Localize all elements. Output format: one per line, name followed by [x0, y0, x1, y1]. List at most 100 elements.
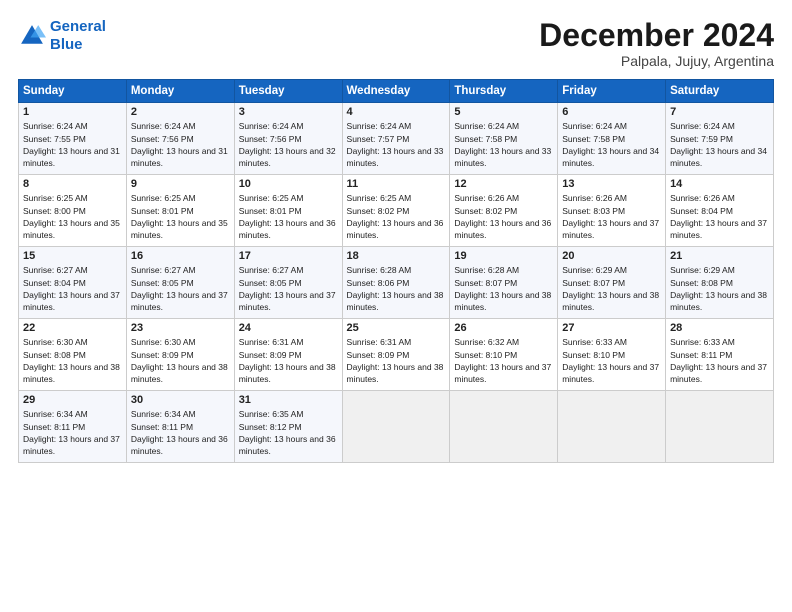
- day-number: 23: [131, 322, 230, 334]
- day-number: 24: [239, 322, 338, 334]
- col-header-tuesday: Tuesday: [234, 80, 342, 103]
- calendar-cell: 19 Sunrise: 6:28 AMSunset: 8:07 PMDayligh…: [450, 247, 558, 319]
- calendar-cell: 8Sunrise: 6:25 AMSunset: 8:00 PMDaylight…: [19, 175, 127, 247]
- day-content: Sunrise: 6:27 AMSunset: 8:05 PMDaylight:…: [131, 264, 230, 313]
- day-content: Sunrise: 6:28 AMSunset: 8:07 PMDaylight:…: [454, 264, 553, 313]
- day-content: Sunrise: 6:33 AMSunset: 8:10 PMDaylight:…: [562, 336, 661, 385]
- col-header-thursday: Thursday: [450, 80, 558, 103]
- col-header-wednesday: Wednesday: [342, 80, 450, 103]
- day-content: Sunrise: 6:30 AMSunset: 8:09 PMDaylight:…: [131, 336, 230, 385]
- day-number: 11: [347, 178, 446, 190]
- day-number: 22: [23, 322, 122, 334]
- day-content: Sunrise: 6:27 AMSunset: 8:04 PMDaylight:…: [23, 264, 122, 313]
- calendar-cell: 20Sunrise: 6:29 AMSunset: 8:07 PMDayligh…: [558, 247, 666, 319]
- calendar-cell: 18Sunrise: 6:28 AMSunset: 8:06 PMDayligh…: [342, 247, 450, 319]
- col-header-sunday: Sunday: [19, 80, 127, 103]
- day-content: Sunrise: 6:26 AMSunset: 8:04 PMDaylight:…: [670, 192, 769, 241]
- day-number: 27: [562, 322, 661, 334]
- day-number: 7: [670, 106, 769, 118]
- calendar-cell: 23 Sunrise: 6:30 AMSunset: 8:09 PMDayligh…: [126, 319, 234, 391]
- day-content: Sunrise: 6:29 AMSunset: 8:08 PMDaylight:…: [670, 264, 769, 313]
- day-content: Sunrise: 6:33 AMSunset: 8:11 PMDaylight:…: [670, 336, 769, 385]
- day-number: 31: [239, 394, 338, 406]
- calendar-cell: [558, 391, 666, 463]
- day-content: Sunrise: 6:24 AMSunset: 7:56 PMDaylight:…: [239, 120, 338, 169]
- day-number: 5: [454, 106, 553, 118]
- calendar-cell: 25 Sunrise: 6:31 AMSunset: 8:09 PMDayligh…: [342, 319, 450, 391]
- calendar-cell: 4Sunrise: 6:24 AMSunset: 7:57 PMDaylight…: [342, 103, 450, 175]
- month-title: December 2024: [539, 18, 774, 53]
- day-number: 10: [239, 178, 338, 190]
- day-content: Sunrise: 6:24 AMSunset: 7:59 PMDaylight:…: [670, 120, 769, 169]
- day-number: 19: [454, 250, 553, 262]
- day-content: Sunrise: 6:34 AMSunset: 8:11 PMDaylight:…: [131, 408, 230, 457]
- calendar-week-row: 15 Sunrise: 6:27 AMSunset: 8:04 PMDayligh…: [19, 247, 774, 319]
- col-header-friday: Friday: [558, 80, 666, 103]
- day-number: 3: [239, 106, 338, 118]
- day-number: 15: [23, 250, 122, 262]
- calendar-cell: 27 Sunrise: 6:33 AMSunset: 8:10 PMDayligh…: [558, 319, 666, 391]
- calendar-cell: 14 Sunrise: 6:26 AMSunset: 8:04 PMDayligh…: [666, 175, 774, 247]
- calendar-cell: [450, 391, 558, 463]
- calendar-cell: 16Sunrise: 6:27 AMSunset: 8:05 PMDayligh…: [126, 247, 234, 319]
- day-number: 29: [23, 394, 122, 406]
- calendar-cell: 29 Sunrise: 6:34 AMSunset: 8:11 PMDayligh…: [19, 391, 127, 463]
- day-content: Sunrise: 6:28 AMSunset: 8:06 PMDaylight:…: [347, 264, 446, 313]
- calendar-cell: 28 Sunrise: 6:33 AMSunset: 8:11 PMDayligh…: [666, 319, 774, 391]
- day-content: Sunrise: 6:24 AMSunset: 7:56 PMDaylight:…: [131, 120, 230, 169]
- day-content: Sunrise: 6:26 AMSunset: 8:02 PMDaylight:…: [454, 192, 553, 241]
- calendar-cell: 2Sunrise: 6:24 AMSunset: 7:56 PMDaylight…: [126, 103, 234, 175]
- day-content: Sunrise: 6:26 AMSunset: 8:03 PMDaylight:…: [562, 192, 661, 241]
- calendar-week-row: 8Sunrise: 6:25 AMSunset: 8:00 PMDaylight…: [19, 175, 774, 247]
- day-content: Sunrise: 6:25 AMSunset: 8:02 PMDaylight:…: [347, 192, 446, 241]
- col-header-monday: Monday: [126, 80, 234, 103]
- day-number: 12: [454, 178, 553, 190]
- day-content: Sunrise: 6:31 AMSunset: 8:09 PMDaylight:…: [347, 336, 446, 385]
- day-number: 28: [670, 322, 769, 334]
- day-number: 21: [670, 250, 769, 262]
- day-content: Sunrise: 6:32 AMSunset: 8:10 PMDaylight:…: [454, 336, 553, 385]
- calendar-cell: 15 Sunrise: 6:27 AMSunset: 8:04 PMDayligh…: [19, 247, 127, 319]
- calendar-page: GeneralBlue December 2024 Palpala, Jujuy…: [0, 0, 792, 612]
- day-content: Sunrise: 6:27 AMSunset: 8:05 PMDaylight:…: [239, 264, 338, 313]
- day-content: Sunrise: 6:24 AMSunset: 7:57 PMDaylight:…: [347, 120, 446, 169]
- day-number: 30: [131, 394, 230, 406]
- day-number: 1: [23, 106, 122, 118]
- calendar-cell: 31 Sunrise: 6:35 AMSunset: 8:12 PMDayligh…: [234, 391, 342, 463]
- day-content: Sunrise: 6:30 AMSunset: 8:08 PMDaylight:…: [23, 336, 122, 385]
- calendar-cell: 10Sunrise: 6:25 AMSunset: 8:01 PMDayligh…: [234, 175, 342, 247]
- day-number: 14: [670, 178, 769, 190]
- day-number: 25: [347, 322, 446, 334]
- calendar-cell: 6 Sunrise: 6:24 AMSunset: 7:58 PMDaylight…: [558, 103, 666, 175]
- title-block: December 2024 Palpala, Jujuy, Argentina: [539, 18, 774, 69]
- calendar-cell: 9 Sunrise: 6:25 AMSunset: 8:01 PMDaylight…: [126, 175, 234, 247]
- calendar-cell: 21 Sunrise: 6:29 AMSunset: 8:08 PMDayligh…: [666, 247, 774, 319]
- day-content: Sunrise: 6:25 AMSunset: 8:01 PMDaylight:…: [131, 192, 230, 241]
- col-header-saturday: Saturday: [666, 80, 774, 103]
- calendar-week-row: 29 Sunrise: 6:34 AMSunset: 8:11 PMDayligh…: [19, 391, 774, 463]
- day-number: 17: [239, 250, 338, 262]
- day-number: 6: [562, 106, 661, 118]
- calendar-cell: 7 Sunrise: 6:24 AMSunset: 7:59 PMDaylight…: [666, 103, 774, 175]
- calendar-cell: 1 Sunrise: 6:24 AMSunset: 7:55 PMDaylight…: [19, 103, 127, 175]
- day-number: 9: [131, 178, 230, 190]
- day-content: Sunrise: 6:35 AMSunset: 8:12 PMDaylight:…: [239, 408, 338, 457]
- logo-icon: [18, 22, 46, 50]
- calendar-cell: 30 Sunrise: 6:34 AMSunset: 8:11 PMDayligh…: [126, 391, 234, 463]
- day-number: 8: [23, 178, 122, 190]
- calendar-cell: 13Sunrise: 6:26 AMSunset: 8:03 PMDayligh…: [558, 175, 666, 247]
- day-content: Sunrise: 6:24 AMSunset: 7:55 PMDaylight:…: [23, 120, 122, 169]
- header: GeneralBlue December 2024 Palpala, Jujuy…: [18, 18, 774, 69]
- location-subtitle: Palpala, Jujuy, Argentina: [539, 53, 774, 69]
- calendar-cell: 24Sunrise: 6:31 AMSunset: 8:09 PMDayligh…: [234, 319, 342, 391]
- day-content: Sunrise: 6:24 AMSunset: 7:58 PMDaylight:…: [562, 120, 661, 169]
- day-content: Sunrise: 6:29 AMSunset: 8:07 PMDaylight:…: [562, 264, 661, 313]
- calendar-header-row: SundayMondayTuesdayWednesdayThursdayFrid…: [19, 80, 774, 103]
- calendar-cell: 22 Sunrise: 6:30 AMSunset: 8:08 PMDayligh…: [19, 319, 127, 391]
- day-number: 26: [454, 322, 553, 334]
- calendar-week-row: 22 Sunrise: 6:30 AMSunset: 8:08 PMDayligh…: [19, 319, 774, 391]
- calendar-week-row: 1 Sunrise: 6:24 AMSunset: 7:55 PMDaylight…: [19, 103, 774, 175]
- day-content: Sunrise: 6:34 AMSunset: 8:11 PMDaylight:…: [23, 408, 122, 457]
- calendar-cell: 5Sunrise: 6:24 AMSunset: 7:58 PMDaylight…: [450, 103, 558, 175]
- calendar-cell: 17 Sunrise: 6:27 AMSunset: 8:05 PMDayligh…: [234, 247, 342, 319]
